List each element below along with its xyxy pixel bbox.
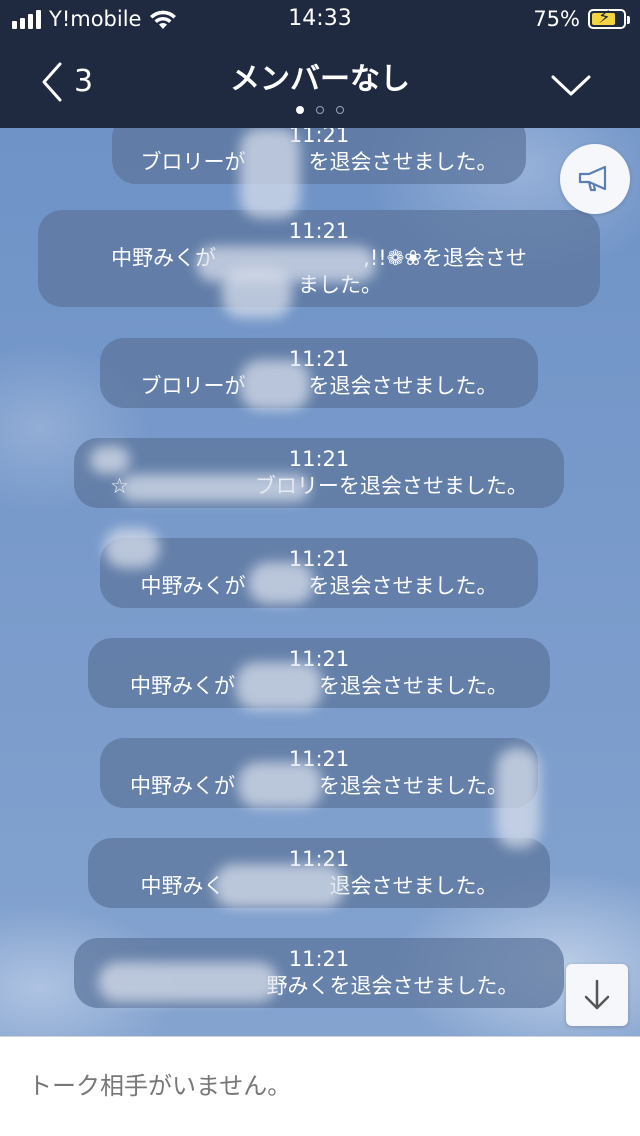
no-members-notice: トーク相手がいません。 [28,1072,292,1100]
redaction-blur [120,474,310,502]
announcement-button[interactable] [560,144,630,214]
redaction-blur [496,748,540,848]
scroll-down-button[interactable] [566,964,628,1026]
top-bar: Y!mobile 14:33 75% ⚡ 3 メンバーなし [0,0,640,128]
redaction-blur [248,562,314,604]
megaphone-icon [578,165,607,192]
battery-percent: 75% [533,7,580,31]
redaction-blur [90,446,130,474]
system-message: 11:21 ブロリーが を退会させました。 [112,128,526,184]
redaction-blur [222,268,292,318]
redaction-blur [238,762,322,808]
redaction-blur [240,128,300,218]
page-dot [336,106,344,114]
message-footer: トーク相手がいません。 [0,1036,640,1136]
redaction-blur [214,864,344,908]
status-bar: Y!mobile 14:33 75% ⚡ [0,0,640,40]
chevron-down-icon[interactable] [550,72,592,100]
chat-area[interactable]: 11:21 ブロリーが を退会させました。 11:21 中野みくが ,!!❁❀を… [0,128,640,1036]
chat-header: 3 メンバーなし [0,48,640,124]
redaction-blur [236,662,322,710]
battery-charging-icon: ⚡ [588,8,630,29]
redaction-blur [240,360,310,410]
chat-title: メンバーなし [230,62,410,97]
page-indicator [0,106,640,114]
page-dot [296,106,304,114]
system-message: 11:21 中野みくが を退会させました。 [100,538,538,608]
redaction-blur [98,962,278,1002]
system-message: 11:21 ブロリーが を退会させました。 [100,338,538,408]
arrow-down-icon [584,979,610,1010]
page-dot [316,106,324,114]
redaction-blur [104,528,160,568]
